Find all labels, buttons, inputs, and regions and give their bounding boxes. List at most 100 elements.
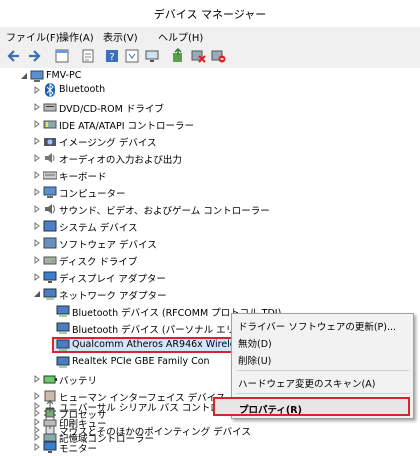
network-adapter-icon: [56, 339, 70, 351]
tree-item-keyboard[interactable]: キーボード: [0, 167, 420, 184]
printer-icon: [43, 416, 57, 427]
network-adapter-icon: [56, 322, 70, 334]
back-icon[interactable]: [6, 48, 22, 64]
tree-item-label: IDE ATA/ATAPI コントローラー: [59, 121, 195, 132]
menu-item-update-driver[interactable]: ドライバー ソフトウェアの更新(P)...: [238, 319, 396, 333]
tree-item-label: Bluetooth: [59, 84, 106, 95]
forward-icon[interactable]: [26, 48, 42, 64]
menu-item-uninstall[interactable]: 削除(U): [238, 353, 271, 367]
ide-icon: [43, 120, 57, 129]
tree-item-sound[interactable]: サウンド、ビデオ、およびゲーム コントローラー: [0, 201, 420, 218]
collapsed-arrow-icon[interactable]: [33, 103, 41, 111]
window-title: デバイス マネージャー: [153, 8, 267, 21]
menu-view[interactable]: 表示(V): [103, 29, 138, 44]
tree-item-network[interactable]: ネットワーク アダプター: [0, 286, 420, 303]
menu-bar: ファイル(F) 操作(A) 表示(V) ヘルプ(H): [0, 27, 420, 44]
tree-item-label: 記憶域コントローラー: [59, 434, 155, 445]
storage-icon: [43, 433, 57, 442]
uninstall-icon[interactable]: [210, 48, 226, 64]
computer-icon: [43, 186, 57, 198]
collapsed-arrow-icon[interactable]: [33, 433, 41, 441]
collapsed-arrow-icon[interactable]: [33, 239, 41, 247]
disk-icon: [43, 256, 57, 265]
software-icon: [43, 237, 57, 249]
tree-item-system[interactable]: システム デバイス: [0, 218, 420, 235]
collapsed-arrow-icon[interactable]: [33, 171, 41, 179]
tree-item-label: キーボード: [59, 172, 107, 183]
tree-item-label: Realtek PCIe GBE Family Con: [72, 356, 210, 367]
tree-item-dvd[interactable]: DVD/CD-ROM ドライブ: [0, 99, 420, 116]
tree-item-label: コンピューター: [59, 189, 126, 200]
show-hidden-icon[interactable]: [124, 48, 140, 64]
menu-item-disable[interactable]: 無効(D): [238, 336, 272, 350]
menu-item-properties[interactable]: プロパティ(R): [213, 397, 410, 416]
tree-item-label: DVD/CD-ROM ドライブ: [59, 104, 164, 115]
tree-item-computer[interactable]: コンピューター: [0, 184, 420, 201]
collapsed-arrow-icon[interactable]: [33, 256, 41, 264]
tree-item-label: ディスク ドライブ: [59, 257, 138, 268]
tree-item-storage[interactable]: 記憶域コントローラー: [0, 429, 420, 446]
expanded-arrow-icon[interactable]: [20, 72, 28, 80]
tree-item-ide[interactable]: IDE ATA/ATAPI コントローラー: [0, 116, 420, 133]
tree-item-label: イメージング デバイス: [59, 138, 157, 149]
toolbar: ?: [0, 44, 420, 69]
tree-root-label: FMV-PC: [46, 70, 82, 81]
network-adapter-icon: [56, 356, 70, 368]
camera-icon: [44, 138, 56, 146]
collapsed-arrow-icon[interactable]: [33, 120, 41, 128]
menu-file[interactable]: ファイル(F): [6, 29, 60, 44]
tree-item-display[interactable]: ディスプレイ アダプター: [0, 269, 420, 286]
display-icon: [43, 271, 57, 283]
tree-item-label: 印刷キュー: [59, 419, 107, 430]
audio-icon: [45, 153, 55, 163]
tree-item-imaging[interactable]: イメージング デバイス: [0, 133, 420, 150]
tree-item-bluetooth[interactable]: Bluetooth: [0, 82, 420, 99]
update-driver-icon[interactable]: [170, 48, 186, 64]
keyboard-icon: [43, 171, 57, 180]
collapsed-arrow-icon[interactable]: [33, 273, 41, 281]
title-bar: デバイス マネージャー: [0, 0, 420, 28]
menu-help[interactable]: ヘルプ(H): [158, 29, 203, 44]
menu-action[interactable]: 操作(A): [59, 29, 94, 44]
tree-item-audio[interactable]: オーディオの入力および出力: [0, 150, 420, 167]
tree-item-software[interactable]: ソフトウェア デバイス: [0, 235, 420, 252]
device-manager-window: デバイス マネージャー ファイル(F) 操作(A) 表示(V) ヘルプ(H) ?: [0, 0, 420, 455]
collapsed-arrow-icon[interactable]: [33, 402, 41, 410]
bluetooth-icon: [45, 83, 55, 97]
monitor-scan-icon[interactable]: [144, 48, 160, 64]
network-adapter-icon: [56, 305, 70, 317]
tree-item-label: ネットワーク アダプター: [59, 291, 167, 302]
collapsed-arrow-icon[interactable]: [33, 205, 41, 213]
system-icon: [43, 220, 57, 232]
dvd-icon: [43, 103, 57, 112]
tree-item-label: システム デバイス: [59, 223, 138, 234]
collapsed-arrow-icon[interactable]: [33, 137, 41, 145]
collapsed-arrow-icon[interactable]: [33, 86, 41, 94]
view-icon[interactable]: [80, 48, 96, 64]
tree-item-label: バッテリ: [59, 376, 98, 387]
battery-icon: [43, 375, 57, 384]
computer-icon: [30, 70, 44, 82]
expanded-arrow-icon[interactable]: [33, 290, 41, 298]
collapsed-arrow-icon[interactable]: [33, 154, 41, 162]
usb-icon: [46, 400, 54, 412]
tree-item-label: ディスプレイ アダプター: [59, 274, 166, 285]
network-icon: [43, 288, 57, 300]
tree-item-label: ソフトウェア デバイス: [59, 240, 157, 251]
menu-item-scan[interactable]: ハードウェア変更のスキャン(A): [238, 376, 375, 390]
disable-icon[interactable]: [190, 48, 206, 64]
properties-label: プロパティ(R): [239, 405, 302, 416]
help-icon[interactable]: ?: [104, 48, 120, 64]
menu-separator: [236, 370, 409, 371]
svg-text:?: ?: [109, 52, 114, 63]
collapsed-arrow-icon[interactable]: [33, 418, 41, 426]
menu-separator: [236, 393, 409, 394]
tree-item-disk[interactable]: ディスク ドライブ: [0, 252, 420, 269]
collapsed-arrow-icon[interactable]: [33, 375, 41, 383]
sound-icon: [45, 204, 55, 214]
tree-item-label: オーディオの入力および出力: [59, 155, 182, 166]
collapsed-arrow-icon[interactable]: [33, 188, 41, 196]
properties-icon[interactable]: [54, 48, 70, 64]
collapsed-arrow-icon[interactable]: [33, 222, 41, 230]
tree-item-label: サウンド、ビデオ、およびゲーム コントローラー: [59, 206, 270, 217]
